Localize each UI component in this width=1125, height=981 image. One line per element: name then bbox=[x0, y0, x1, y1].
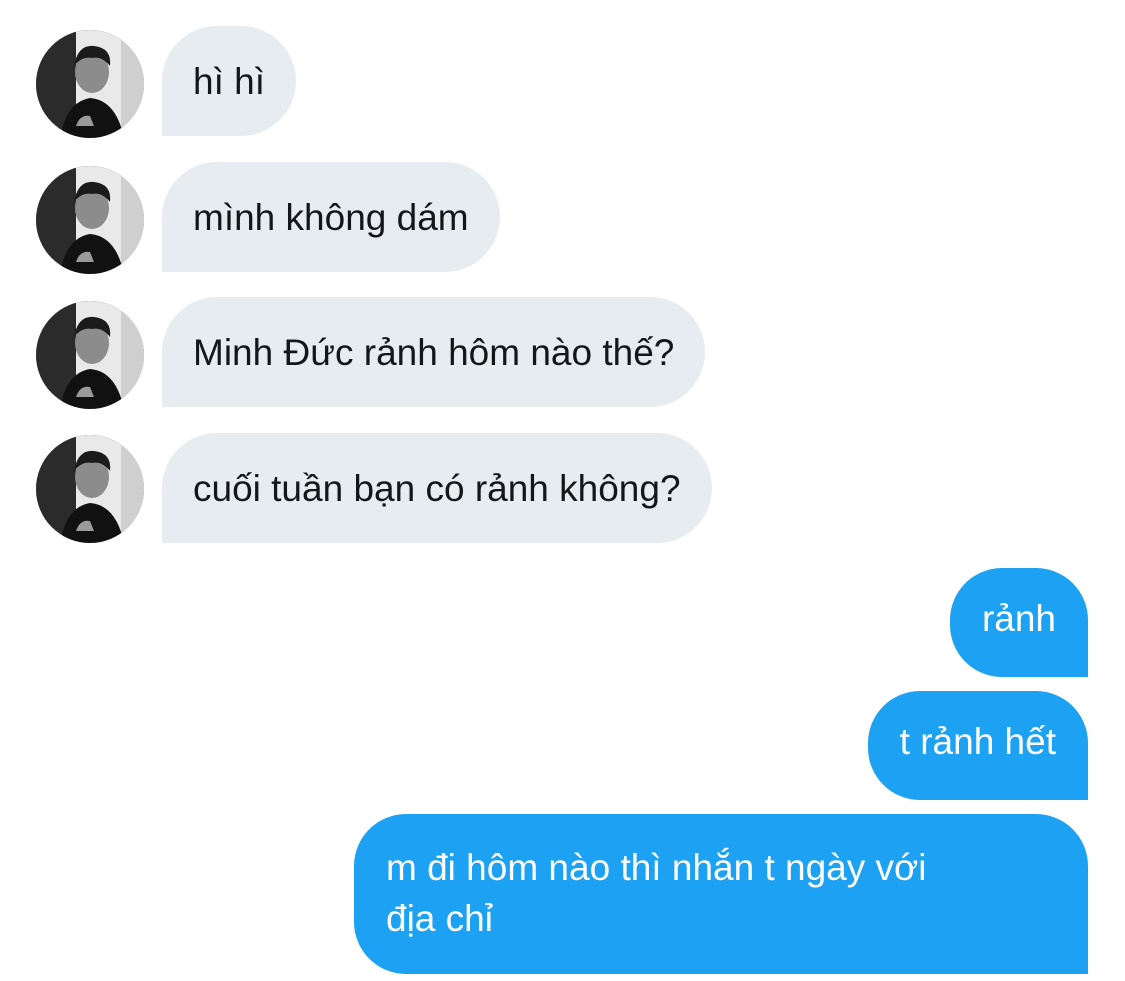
message-text: Minh Đức rảnh hôm nào thế? bbox=[193, 332, 675, 373]
contact-avatar[interactable] bbox=[36, 435, 144, 543]
incoming-bubble[interactable]: hì hì bbox=[162, 26, 296, 136]
contact-avatar[interactable] bbox=[36, 166, 144, 274]
message-text: t rảnh hết bbox=[899, 721, 1056, 762]
message-text: cuối tuần bạn có rảnh không? bbox=[193, 468, 681, 509]
message-text: mình không dám bbox=[193, 197, 469, 238]
message-text-line: địa chỉ bbox=[386, 898, 493, 939]
incoming-bubble[interactable]: cuối tuần bạn có rảnh không? bbox=[162, 433, 712, 543]
user-avatar-icon bbox=[36, 166, 144, 274]
message-text: rảnh bbox=[981, 598, 1056, 639]
contact-avatar[interactable] bbox=[36, 30, 144, 138]
incoming-bubble[interactable]: Minh Đức rảnh hôm nào thế? bbox=[162, 297, 706, 407]
incoming-bubble[interactable]: mình không dám bbox=[162, 162, 500, 272]
user-avatar-icon bbox=[36, 301, 144, 409]
outgoing-bubble[interactable]: m đi hôm nào thì nhắn t ngày với địa chỉ bbox=[354, 814, 1088, 974]
user-avatar-icon bbox=[36, 30, 144, 138]
message-text: hì hì bbox=[193, 61, 265, 102]
outgoing-bubble[interactable]: rảnh bbox=[949, 568, 1088, 677]
contact-avatar[interactable] bbox=[36, 301, 144, 409]
user-avatar-icon bbox=[36, 435, 144, 543]
outgoing-bubble[interactable]: t rảnh hết bbox=[867, 691, 1088, 800]
message-text-line: m đi hôm nào thì nhắn t ngày với bbox=[386, 847, 927, 888]
